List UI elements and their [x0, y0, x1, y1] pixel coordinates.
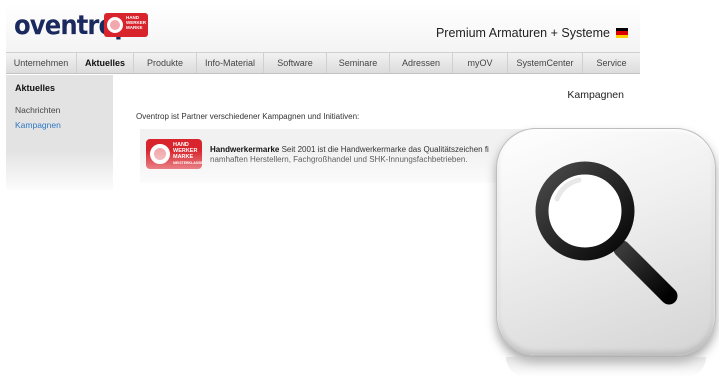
nav-item-service[interactable]: Service [583, 53, 640, 73]
teaser-logo-text: HAND WERKER MARKE MEISTERKLASSE [173, 142, 203, 165]
nav-item-info-material[interactable]: Info-Material [197, 53, 264, 73]
main-navigation: Unternehmen Aktuelles Produkte Info-Mate… [6, 52, 640, 74]
nav-item-systemcenter[interactable]: SystemCenter [508, 53, 583, 73]
german-flag-icon[interactable] [616, 28, 628, 38]
nav-item-aktuelles[interactable]: Aktuelles [77, 53, 134, 73]
nav-item-produkte[interactable]: Produkte [134, 53, 197, 73]
sidebar-item-nachrichten[interactable]: Nachrichten [15, 105, 60, 115]
teaser-line-2: namhaften Herstellern, Fachgroßhandel un… [210, 155, 468, 164]
tagline: Premium Armaturen + Systeme [435, 26, 610, 40]
teaser-text: Handwerkermarke Seit 2001 ist die Handwe… [210, 145, 489, 165]
page-title: Kampagnen [567, 89, 624, 101]
nav-item-seminare[interactable]: Seminare [327, 53, 390, 73]
sidebar: Aktuelles Nachrichten Kampagnen [6, 75, 113, 190]
handwerkermarke-badge[interactable]: HAND WERKER MARKE [104, 13, 148, 37]
teaser-line-1: Seit 2001 ist die Handwerkermarke das Qu… [279, 145, 489, 154]
tile-reflection [506, 357, 706, 377]
logo-ring-icon [150, 144, 170, 164]
badge-text: HAND WERKER MARKE [126, 15, 146, 30]
nav-item-unternehmen[interactable]: Unternehmen [6, 53, 77, 73]
sidebar-item-kampagnen[interactable]: Kampagnen [15, 120, 61, 130]
badge-ring-icon [107, 17, 123, 33]
nav-item-adressen[interactable]: Adressen [390, 53, 453, 73]
nav-item-myov[interactable]: myOV [453, 53, 508, 73]
intro-text: Oventrop ist Partner verschiedener Kampa… [136, 112, 360, 121]
handwerkermarke-logo[interactable]: HAND WERKER MARKE MEISTERKLASSE [146, 139, 203, 169]
magnifier-icon [535, 161, 678, 305]
sidebar-title: Aktuelles [15, 83, 56, 93]
teaser-title[interactable]: Handwerkermarke [210, 145, 279, 154]
nav-item-software[interactable]: Software [264, 53, 327, 73]
search-tile[interactable] [496, 128, 716, 356]
site-header: oventrop HAND WERKER MARKE Premium Armat… [6, 4, 640, 52]
